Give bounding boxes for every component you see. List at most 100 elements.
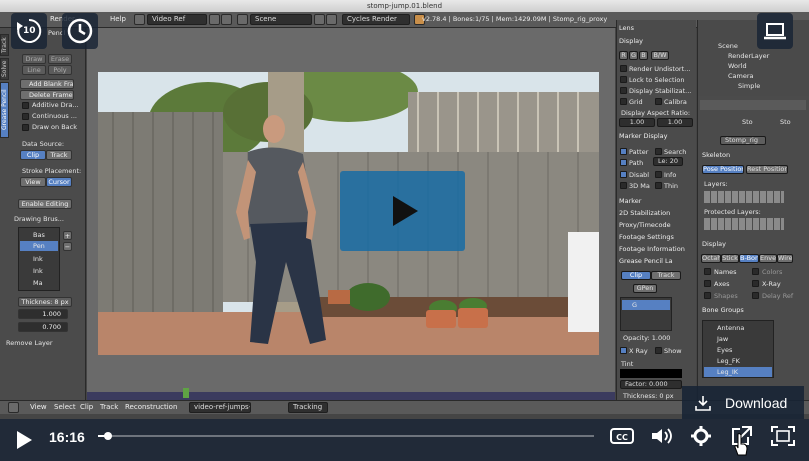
big-play-button[interactable] — [340, 171, 465, 251]
editor-type-icon[interactable] — [8, 402, 19, 413]
tab-track[interactable]: Track — [0, 34, 9, 56]
proxy-section[interactable]: Proxy/Timecode — [619, 221, 671, 230]
skip-back-button[interactable]: 10 — [11, 13, 47, 49]
channel-bw[interactable]: B/W — [651, 51, 669, 60]
display-wire[interactable]: Wire — [777, 254, 793, 263]
placement-cursor[interactable]: Cursor — [46, 177, 72, 187]
add-scene-icon[interactable] — [314, 14, 325, 25]
display-octahedral[interactable]: Octah — [701, 254, 721, 263]
bone-layers-grid[interactable] — [704, 191, 784, 203]
display-envelope[interactable]: Envel — [759, 254, 777, 263]
marker-section[interactable]: Marker — [619, 197, 641, 206]
delay-refresh-checkbox[interactable] — [752, 292, 759, 299]
bone-group-item[interactable]: Jaw — [717, 335, 728, 343]
render-engine-select[interactable]: Cycles Render — [342, 14, 410, 25]
history-button[interactable] — [62, 13, 98, 49]
captions-button[interactable]: CC — [609, 426, 635, 446]
menu-track[interactable]: Track — [100, 403, 118, 411]
display-bbone[interactable]: B-Bon — [739, 254, 759, 263]
remove-brush-icon[interactable]: − — [63, 242, 72, 251]
lock-selection-checkbox[interactable] — [620, 76, 627, 83]
path-checkbox[interactable] — [620, 159, 627, 166]
properties-tabs[interactable] — [700, 100, 806, 110]
add-brush-icon[interactable]: + — [63, 231, 72, 240]
disabled-checkbox[interactable] — [620, 171, 627, 178]
menu-clip[interactable]: Clip — [80, 403, 93, 411]
tint-factor-field[interactable]: Factor: 0.000 — [620, 380, 682, 389]
display-section[interactable]: Display — [619, 37, 643, 46]
brush-value-field[interactable]: 1.000 — [18, 309, 68, 319]
help-menu[interactable]: Help — [110, 15, 126, 23]
timeline-strip[interactable] — [87, 392, 615, 400]
brush-value-field[interactable]: 0.700 — [18, 322, 68, 332]
menu-reconstruction[interactable]: Reconstruction — [125, 403, 177, 411]
search-checkbox[interactable] — [655, 148, 662, 155]
grease-pencil-layers-section[interactable]: Grease Pencil La — [619, 257, 673, 266]
screen-selector[interactable]: Video Ref — [147, 14, 207, 25]
colors-checkbox[interactable] — [752, 268, 759, 275]
aspect-x-field[interactable]: 1.00 — [619, 118, 655, 127]
brush-item[interactable]: Bas — [33, 231, 45, 239]
menu-select[interactable]: Select — [54, 403, 76, 411]
footage-info-section[interactable]: Footage Information — [619, 245, 685, 254]
brush-item-selected[interactable]: Pen — [20, 241, 58, 251]
draw-on-back-checkbox[interactable] — [22, 124, 29, 131]
outliner-item[interactable]: World — [728, 62, 747, 70]
menu-view[interactable]: View — [30, 403, 47, 411]
volume-button[interactable] — [650, 426, 674, 446]
bone-group-item[interactable]: Leg_FK — [717, 357, 740, 365]
additive-draw-checkbox[interactable] — [22, 102, 29, 109]
names-checkbox[interactable] — [704, 268, 711, 275]
brush-item[interactable]: Ink — [33, 267, 43, 275]
progress-bar[interactable] — [98, 432, 594, 440]
bone-group-item-selected[interactable]: Leg_IK — [704, 367, 772, 377]
screen-layout-icon[interactable] — [134, 14, 145, 25]
add-blank-frame-button[interactable]: Add Blank Fra... — [20, 79, 74, 89]
remove-screen-icon[interactable] — [221, 14, 232, 25]
thickness-field[interactable]: Thickness: 0 px — [623, 392, 674, 400]
tint-color-swatch[interactable] — [620, 369, 682, 378]
delete-frames-button[interactable]: Delete Frame(s) — [20, 90, 74, 100]
add-screen-icon[interactable] — [209, 14, 220, 25]
erase-button[interactable]: Erase — [48, 54, 72, 64]
brush-item[interactable]: Ma — [33, 279, 43, 287]
drawing-brushes-title[interactable]: Drawing Brus... — [14, 215, 64, 223]
gp-layer-item-selected[interactable]: G — [622, 300, 670, 310]
clip-selector[interactable]: video-ref-jumps-24... — [189, 402, 251, 413]
rig-name-field[interactable]: Stomp_rig — [720, 136, 766, 145]
aspect-y-field[interactable]: 1.00 — [657, 118, 693, 127]
display-stick[interactable]: Stick — [721, 254, 739, 263]
calibration-checkbox[interactable] — [655, 98, 662, 105]
outliner-item-scene[interactable]: Scene — [718, 42, 738, 50]
show-checkbox[interactable] — [655, 347, 662, 354]
gp-source-clip[interactable]: Clip — [621, 271, 651, 280]
stabilization-section[interactable]: 2D Stabilization — [619, 209, 670, 218]
play-pause-button[interactable] — [14, 429, 34, 451]
line-button[interactable]: Line — [22, 65, 46, 75]
grid-checkbox[interactable] — [620, 98, 627, 105]
gp-source-track[interactable]: Track — [651, 271, 681, 280]
rest-position-button[interactable]: Rest Position — [746, 165, 788, 174]
skeleton-section[interactable]: Skeleton — [702, 151, 730, 160]
tab-solve[interactable]: Solve — [0, 58, 9, 80]
brush-item[interactable]: Ink — [33, 255, 43, 263]
placement-view[interactable]: View — [20, 177, 46, 187]
mode-selector[interactable]: Tracking — [288, 402, 328, 413]
info-checkbox[interactable] — [655, 171, 662, 178]
channel-g[interactable]: G — [629, 51, 638, 60]
draw-button[interactable]: Draw — [22, 54, 46, 64]
progress-handle[interactable] — [103, 432, 112, 440]
pattern-checkbox[interactable] — [620, 148, 627, 155]
fullscreen-button[interactable] — [770, 425, 796, 447]
render-undistorted-checkbox[interactable] — [620, 65, 627, 72]
xray-checkbox[interactable] — [752, 280, 759, 287]
poly-button[interactable]: Poly — [48, 65, 72, 75]
outliner-item[interactable]: Camera — [728, 72, 754, 80]
enable-editing-button[interactable]: Enable Editing — [18, 199, 72, 209]
tab-grease-pencil[interactable]: Grease Pencil — [0, 82, 9, 138]
pose-position-button[interactable]: Pose Position — [702, 165, 744, 174]
thin-checkbox[interactable] — [655, 182, 662, 189]
settings-gear-icon[interactable] — [690, 425, 712, 447]
3d-markers-checkbox[interactable] — [620, 182, 627, 189]
remove-layer-label[interactable]: Remove Layer — [6, 339, 53, 347]
